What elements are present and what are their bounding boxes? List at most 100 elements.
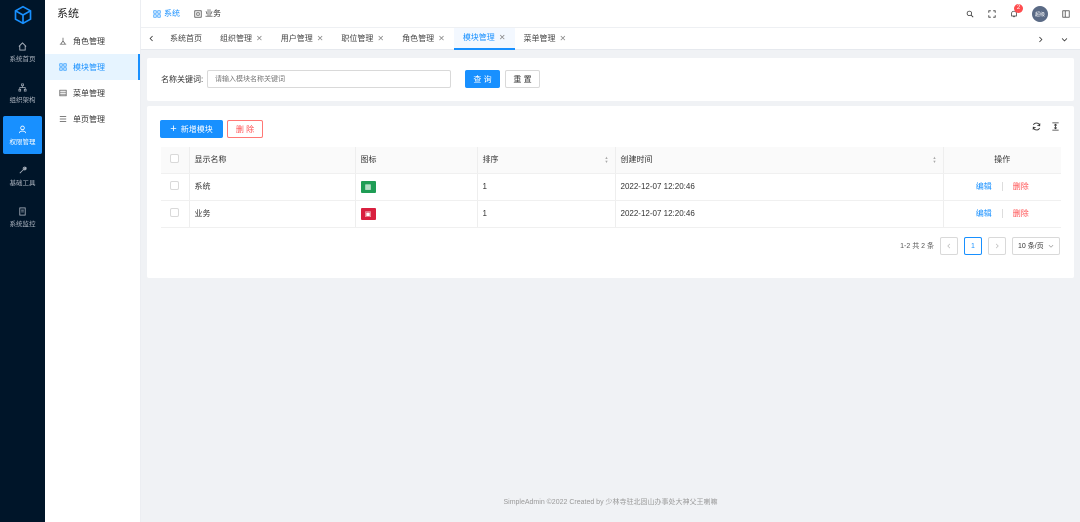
prev-page-button[interactable] bbox=[940, 237, 958, 255]
table-card: + 新增模块 删 除 显示名称 图标 排序 ▲ ▼ 创建时间 ▲ ▼ 操作 系统… bbox=[147, 106, 1074, 278]
sidebar-item-label: 模块管理 bbox=[73, 62, 105, 72]
sidebar-item-label: 菜单管理 bbox=[73, 88, 105, 98]
role-icon bbox=[59, 37, 67, 45]
search-label: 名称关键词: bbox=[161, 75, 204, 84]
menu-icon bbox=[59, 89, 67, 97]
avatar[interactable]: 超级 bbox=[1032, 6, 1048, 22]
tab-label: 模块管理 bbox=[462, 33, 495, 42]
tool-icon bbox=[19, 166, 27, 173]
select-all-checkbox[interactable] bbox=[170, 154, 180, 164]
delete-link[interactable]: 删除 bbox=[1013, 181, 1029, 192]
module-icon bbox=[59, 63, 67, 71]
reset-button[interactable]: 重 置 bbox=[505, 70, 540, 88]
user-icon bbox=[18, 125, 27, 133]
column-header-label: 操作 bbox=[994, 155, 1011, 165]
row-select-cell bbox=[161, 200, 189, 228]
search-card: 名称关键词: 查 询 重 置 bbox=[147, 58, 1074, 101]
tab-position[interactable]: 职位管理 ✕ bbox=[332, 28, 393, 50]
tab-user[interactable]: 用户管理 ✕ bbox=[272, 28, 333, 50]
rail-item-home[interactable]: 系统首页 bbox=[0, 33, 45, 71]
close-icon[interactable]: ✕ bbox=[560, 34, 567, 43]
close-icon[interactable]: ✕ bbox=[317, 34, 324, 43]
delete-button[interactable]: 删 除 bbox=[227, 120, 263, 138]
close-icon[interactable]: ✕ bbox=[499, 33, 506, 42]
divider bbox=[1001, 209, 1003, 218]
app-logo[interactable] bbox=[0, 0, 45, 30]
rail-item-monitor[interactable]: 系统监控 bbox=[0, 198, 45, 236]
monitor-icon bbox=[19, 206, 26, 216]
add-module-button[interactable]: + 新增模块 bbox=[160, 120, 223, 138]
cell-actions: 编辑 删除 bbox=[942, 200, 1061, 228]
tab-role[interactable]: 角色管理 ✕ bbox=[393, 28, 454, 50]
rail-item-org[interactable]: 组织架构 bbox=[0, 74, 45, 112]
edit-link[interactable]: 编辑 bbox=[976, 208, 992, 219]
add-module-label: 新增模块 bbox=[180, 124, 213, 134]
refresh-icon[interactable] bbox=[1032, 122, 1041, 131]
tabs-dropdown-button[interactable] bbox=[1054, 36, 1074, 43]
tab-label: 角色管理 bbox=[402, 34, 435, 43]
topnav-item-label: 系统 bbox=[164, 9, 180, 18]
tab-module[interactable]: 模块管理 ✕ bbox=[453, 27, 515, 50]
fullscreen-icon[interactable] bbox=[988, 10, 996, 18]
tab-menu[interactable]: 菜单管理 ✕ bbox=[515, 28, 576, 50]
page-tabs: 系统首页 组织管理 ✕ 用户管理 ✕ 职位管理 ✕ 角色管理 ✕ 模块管理 ✕ 菜单管理 ✕ bbox=[141, 27, 1080, 50]
next-page-button[interactable] bbox=[988, 237, 1006, 255]
sidebar-item-module[interactable]: 模块管理 bbox=[45, 54, 140, 80]
close-icon[interactable]: ✕ bbox=[256, 34, 263, 43]
sidebar-item-menu[interactable]: 菜单管理 bbox=[45, 80, 140, 106]
grid-icon bbox=[153, 9, 161, 18]
tab-org[interactable]: 组织管理 ✕ bbox=[211, 28, 272, 50]
chevron-left-icon bbox=[947, 243, 951, 249]
delete-link[interactable]: 删除 bbox=[1013, 208, 1029, 219]
column-header-icon: 图标 bbox=[354, 147, 477, 174]
square-icon bbox=[194, 9, 202, 18]
rail-item-label: 系统监控 bbox=[9, 220, 36, 228]
close-icon[interactable]: ✕ bbox=[377, 34, 384, 43]
page-size-select[interactable]: 10 条/页 bbox=[1012, 237, 1060, 255]
rail-item-permission[interactable]: 权限管理 bbox=[3, 116, 42, 154]
column-header-created[interactable]: 创建时间 ▲ ▼ bbox=[614, 147, 943, 174]
tabs-scroll-right-button[interactable] bbox=[1030, 36, 1050, 43]
tabs-right-controls bbox=[1030, 28, 1080, 50]
header-actions: 2 超级 bbox=[966, 0, 1070, 28]
table-header-row: 显示名称 图标 排序 ▲ ▼ 创建时间 ▲ ▼ 操作 bbox=[161, 147, 1061, 174]
search-icon[interactable] bbox=[966, 10, 974, 18]
org-icon bbox=[18, 83, 27, 91]
grid-icon: ▦ bbox=[360, 180, 376, 193]
column-height-icon[interactable] bbox=[1051, 122, 1060, 131]
search-input[interactable] bbox=[207, 70, 451, 88]
cube-logo-icon bbox=[14, 5, 31, 25]
rail-item-tools[interactable]: 基础工具 bbox=[0, 157, 45, 195]
module-table: 显示名称 图标 排序 ▲ ▼ 创建时间 ▲ ▼ 操作 系统 ▦ 1 2022-12-07… bbox=[161, 147, 1061, 228]
cell-icon: ▣ bbox=[354, 200, 477, 228]
column-header-label: 显示名称 bbox=[194, 155, 227, 165]
notification-badge: 2 bbox=[1014, 4, 1023, 13]
column-header-label: 图标 bbox=[360, 155, 377, 165]
sidebar-item-role[interactable]: 角色管理 bbox=[45, 28, 140, 54]
row-checkbox[interactable] bbox=[170, 208, 180, 217]
row-checkbox[interactable] bbox=[170, 181, 180, 190]
layout-icon[interactable] bbox=[1062, 10, 1070, 18]
close-icon[interactable]: ✕ bbox=[438, 34, 445, 43]
main-rail: 系统首页 组织架构 权限管理 基础工具 系统监控 bbox=[0, 0, 45, 522]
column-header-order[interactable]: 排序 ▲ ▼ bbox=[476, 147, 615, 174]
sort-icon: ▲ ▼ bbox=[932, 155, 937, 164]
tabs-scroll-left-button[interactable] bbox=[141, 35, 161, 42]
tab-home[interactable]: 系统首页 bbox=[161, 28, 211, 50]
topnav-item-label: 业务 bbox=[205, 9, 221, 18]
cell-created: 2022-12-07 12:20:46 bbox=[614, 200, 943, 228]
chevron-down-icon bbox=[1061, 37, 1067, 41]
column-header-actions: 操作 bbox=[942, 147, 1061, 174]
notification-button[interactable]: 2 bbox=[1010, 4, 1023, 18]
table-row: 系统 ▦ 1 2022-12-07 12:20:46 编辑 删除 bbox=[161, 173, 1061, 201]
chevron-right-icon bbox=[1038, 36, 1042, 42]
page-number-button[interactable]: 1 bbox=[964, 237, 982, 255]
top-nav: 系统 业务 bbox=[141, 8, 221, 19]
topnav-item-system[interactable]: 系统 bbox=[153, 8, 180, 19]
sidebar-item-page[interactable]: 单页管理 bbox=[45, 106, 140, 132]
sidebar-item-label: 单页管理 bbox=[73, 114, 105, 124]
edit-link[interactable]: 编辑 bbox=[976, 181, 992, 192]
query-button[interactable]: 查 询 bbox=[465, 70, 500, 88]
topnav-item-business[interactable]: 业务 bbox=[194, 8, 221, 19]
divider bbox=[1001, 182, 1003, 191]
